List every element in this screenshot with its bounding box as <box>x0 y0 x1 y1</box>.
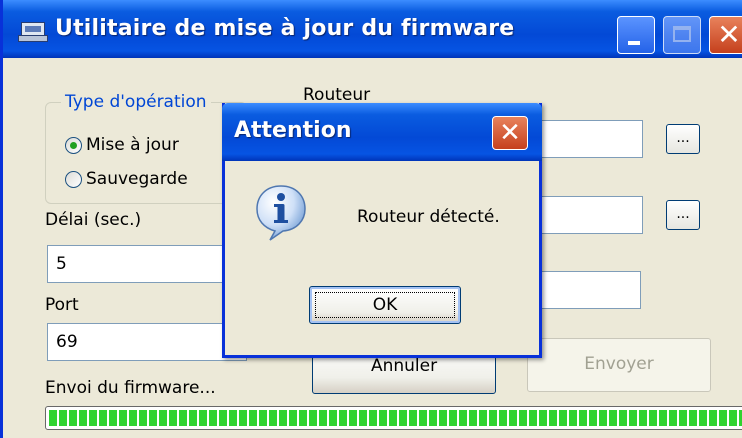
app-icon <box>18 22 48 42</box>
radio-update-label: Mise à jour <box>86 135 179 155</box>
firmware-progress-bar <box>45 406 742 430</box>
browse-button-1[interactable]: ... <box>666 124 700 154</box>
close-icon: ✕ <box>499 118 521 148</box>
dialog-titlebar[interactable]: Attention ✕ <box>222 103 542 161</box>
attention-dialog: Attention ✕ Routeur détecté. OK <box>222 103 542 358</box>
close-icon: ✕ <box>717 18 741 51</box>
dialog-close-button[interactable]: ✕ <box>492 116 528 150</box>
radio-backup-label: Sauvegarde <box>86 169 188 189</box>
port-label: Port <box>45 295 79 315</box>
status-text: Envoi du firmware... <box>45 378 216 398</box>
browse-button-2[interactable]: ... <box>666 200 700 230</box>
delay-label: Délai (sec.) <box>45 210 142 230</box>
maximize-icon <box>673 26 691 42</box>
dialog-message: Routeur détecté. <box>357 207 500 227</box>
radio-update[interactable]: Mise à jour <box>65 135 179 155</box>
radio-backup[interactable]: Sauvegarde <box>65 169 188 189</box>
send-button[interactable]: Envoyer <box>527 338 711 392</box>
operation-group-label: Type d'opération <box>61 92 211 112</box>
ok-button[interactable]: OK <box>309 286 461 324</box>
close-button[interactable]: ✕ <box>709 16 742 54</box>
window-title: Utilitaire de mise à jour du firmware <box>55 16 515 41</box>
minimize-icon <box>628 41 640 45</box>
radio-circle[interactable] <box>65 170 82 188</box>
radio-circle-checked[interactable] <box>65 136 82 154</box>
maximize-button[interactable] <box>663 16 701 54</box>
port-input[interactable]: 69 <box>47 323 247 361</box>
dialog-title: Attention <box>234 118 352 143</box>
window-titlebar[interactable]: Utilitaire de mise à jour du firmware ✕ <box>3 0 742 58</box>
minimize-button[interactable] <box>617 16 655 54</box>
delay-input[interactable]: 5 <box>47 245 247 283</box>
info-icon <box>256 185 306 241</box>
router-label: Routeur <box>303 85 371 105</box>
progress-fill <box>49 410 742 426</box>
